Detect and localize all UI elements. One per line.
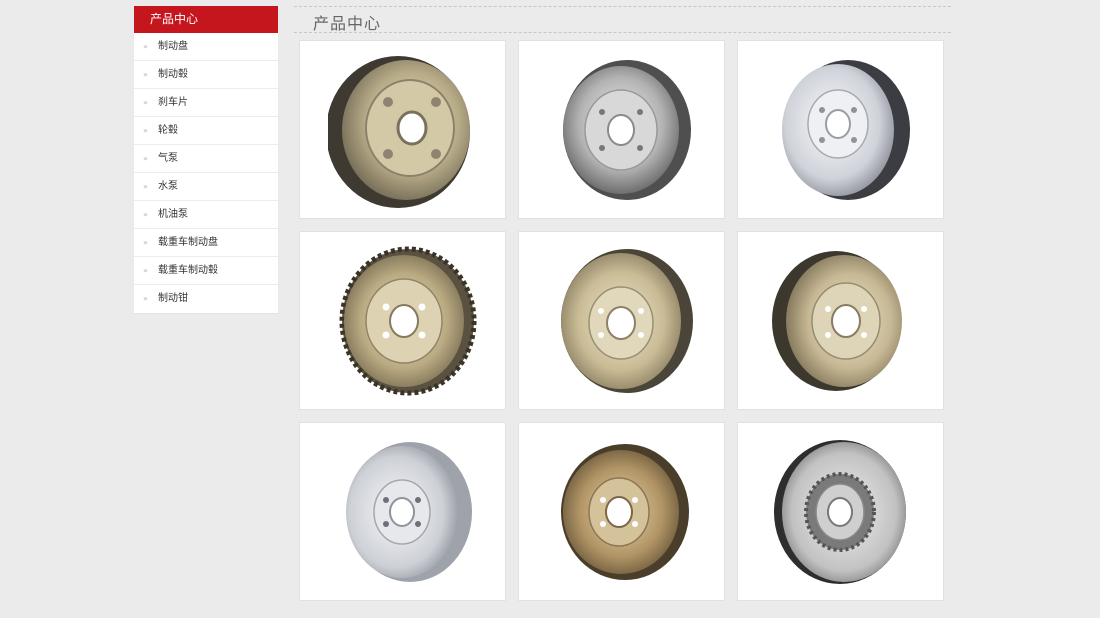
sidebar-item-label: 制动盘 <box>158 40 188 52</box>
brake-drum-bronze-icon <box>560 443 689 580</box>
sidebar-item-label: 机油泵 <box>158 208 188 220</box>
product-grid <box>299 40 945 601</box>
product-card[interactable] <box>737 231 944 410</box>
product-card[interactable] <box>299 231 506 410</box>
brake-drum-studs-icon <box>327 55 470 208</box>
sidebar-item-truck-brake-disc[interactable]: » 载重车制动盘 <box>134 229 278 257</box>
sidebar-item-label: 载重车制动毂 <box>158 264 218 276</box>
page-title: 产品中心 <box>313 14 382 33</box>
product-card[interactable] <box>737 40 944 219</box>
bullet-icon: » <box>143 69 148 79</box>
product-card[interactable] <box>518 231 725 410</box>
sidebar-item-brake-pad[interactable]: » 刹车片 <box>134 89 278 117</box>
product-card[interactable] <box>299 422 506 601</box>
sidebar-item-label: 轮毂 <box>158 124 178 136</box>
sidebar-item-label: 制动毂 <box>158 68 188 80</box>
bullet-icon: » <box>143 294 148 303</box>
bullet-icon: » <box>143 209 148 219</box>
sidebar: 产品中心 » 制动盘 » 制动毂 » 刹车片 » 轮毂 » 气泵 » 水泵 » … <box>134 6 278 314</box>
bullet-icon: » <box>143 181 148 191</box>
product-card[interactable] <box>518 40 725 219</box>
product-card[interactable] <box>518 422 725 601</box>
product-card[interactable] <box>737 422 944 601</box>
sidebar-item-label: 刹车片 <box>158 96 188 108</box>
bullet-icon: » <box>143 153 148 163</box>
bullet-icon: » <box>143 41 148 51</box>
sidebar-item-water-pump[interactable]: » 水泵 <box>134 173 278 201</box>
brake-disc-vented-icon <box>773 439 906 584</box>
brake-drum-toothed-icon <box>339 246 476 395</box>
brake-drum-gold-icon <box>560 248 693 393</box>
bullet-icon: » <box>143 125 148 135</box>
bullet-icon: » <box>143 97 148 107</box>
title-bar: 产品中心 <box>294 6 951 33</box>
sidebar-item-brake-drum[interactable]: » 制动毂 <box>134 61 278 89</box>
sidebar-item-wheel-hub[interactable]: » 轮毂 <box>134 117 278 145</box>
sidebar-item-brake-disc[interactable]: » 制动盘 <box>134 33 278 61</box>
brake-drum-silver-icon <box>345 441 472 582</box>
sidebar-header: 产品中心 <box>134 6 278 33</box>
sidebar-item-brake-caliper[interactable]: » 制动钳 <box>134 285 278 313</box>
product-card[interactable] <box>299 40 506 219</box>
sidebar-item-oil-pump[interactable]: » 机油泵 <box>134 201 278 229</box>
brake-drum-gold-icon <box>771 250 902 391</box>
bullet-icon: » <box>143 237 148 247</box>
sidebar-item-air-pump[interactable]: » 气泵 <box>134 145 278 173</box>
sidebar-item-truck-brake-drum[interactable]: » 载重车制动毂 <box>134 257 278 285</box>
brake-drum-silver-icon <box>781 59 910 200</box>
sidebar-item-label: 水泵 <box>158 180 178 192</box>
bullet-icon: » <box>143 265 148 275</box>
sidebar-item-label: 制动钳 <box>158 293 188 304</box>
sidebar-item-label: 气泵 <box>158 152 178 164</box>
brake-drum-silver-icon <box>562 59 691 200</box>
sidebar-item-label: 载重车制动盘 <box>158 236 218 248</box>
